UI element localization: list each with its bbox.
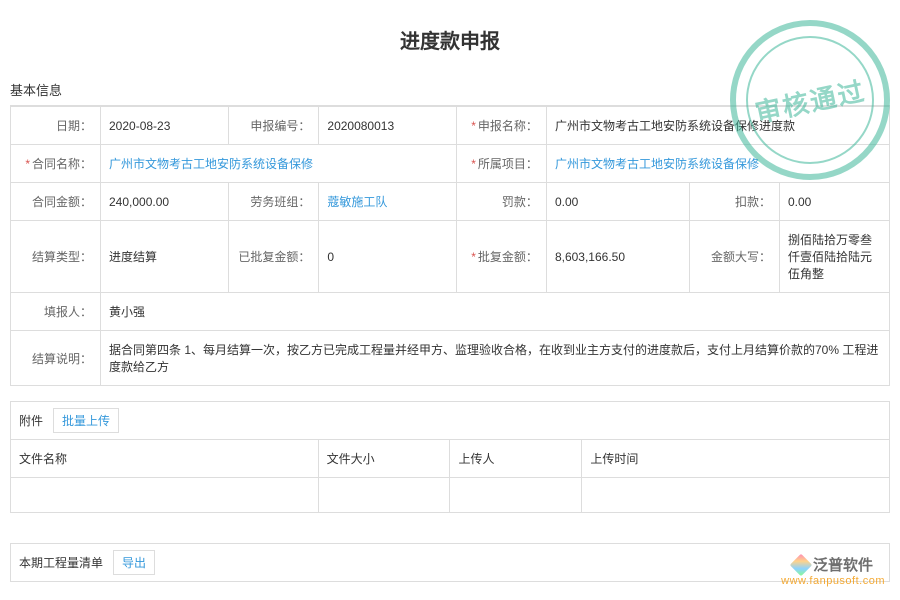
label-settle-type: 结算类型： xyxy=(11,221,101,293)
section-quantity-list: 本期工程量清单 xyxy=(19,554,103,571)
value-contract-amount: 240,000.00 xyxy=(101,183,229,221)
value-deduction: 0.00 xyxy=(780,183,890,221)
label-apply-no: 申报编号： xyxy=(229,107,319,145)
label-project: *所属项目： xyxy=(456,145,546,183)
value-amount-cn: 捌佰陆拾万零叁仟壹佰陆拾陆元伍角整 xyxy=(780,221,890,293)
label-amount-cn: 金额大写： xyxy=(690,221,780,293)
page-title: 进度款申报 xyxy=(10,10,890,74)
label-approved-amount: 已批复金额： xyxy=(229,221,319,293)
link-contract-name[interactable]: 广州市文物考古工地安防系统设备保修 xyxy=(109,157,313,171)
label-date: 日期： xyxy=(11,107,101,145)
label-contract-name: *合同名称： xyxy=(11,145,101,183)
label-deduction: 扣款： xyxy=(690,183,780,221)
col-file-name: 文件名称 xyxy=(11,440,319,478)
col-file-size: 文件大小 xyxy=(318,440,450,478)
label-penalty: 罚款： xyxy=(456,183,546,221)
value-apply-no: 2020080013 xyxy=(319,107,457,145)
label-reply-amount: *批复金额： xyxy=(456,221,546,293)
value-settle-type: 进度结算 xyxy=(101,221,229,293)
value-apply-name: 广州市文物考古工地安防系统设备保修进度款 xyxy=(546,107,889,145)
value-reply-amount: 8,603,166.50 xyxy=(546,221,689,293)
link-project[interactable]: 广州市文物考古工地安防系统设备保修 xyxy=(555,157,759,171)
export-button[interactable]: 导出 xyxy=(113,550,155,575)
label-labor-team: 劳务班组： xyxy=(229,183,319,221)
col-uploader: 上传人 xyxy=(450,440,582,478)
value-filler: 黄小强 xyxy=(101,293,890,331)
label-filler: 填报人： xyxy=(11,293,101,331)
label-settle-desc: 结算说明： xyxy=(11,331,101,386)
value-date: 2020-08-23 xyxy=(101,107,229,145)
value-approved-amount: 0 xyxy=(319,221,457,293)
label-apply-name: *申报名称： xyxy=(456,107,546,145)
value-settle-desc: 据合同第四条 1、每月结算一次，按乙方已完成工程量并经甲方、监理验收合格，在收到… xyxy=(101,331,890,386)
batch-upload-button[interactable]: 批量上传 xyxy=(53,408,119,433)
link-labor-team[interactable]: 蔻敏施工队 xyxy=(327,195,387,209)
col-upload-time: 上传时间 xyxy=(582,440,890,478)
table-row xyxy=(11,478,890,513)
section-basic-info: 基本信息 xyxy=(10,74,890,106)
label-contract-amount: 合同金额： xyxy=(11,183,101,221)
attachments-table: 文件名称 文件大小 上传人 上传时间 xyxy=(10,440,890,513)
value-penalty: 0.00 xyxy=(546,183,689,221)
basic-info-table: 日期： 2020-08-23 申报编号： 2020080013 *申报名称： 广… xyxy=(10,106,890,386)
section-attachments: 附件 xyxy=(19,412,43,429)
